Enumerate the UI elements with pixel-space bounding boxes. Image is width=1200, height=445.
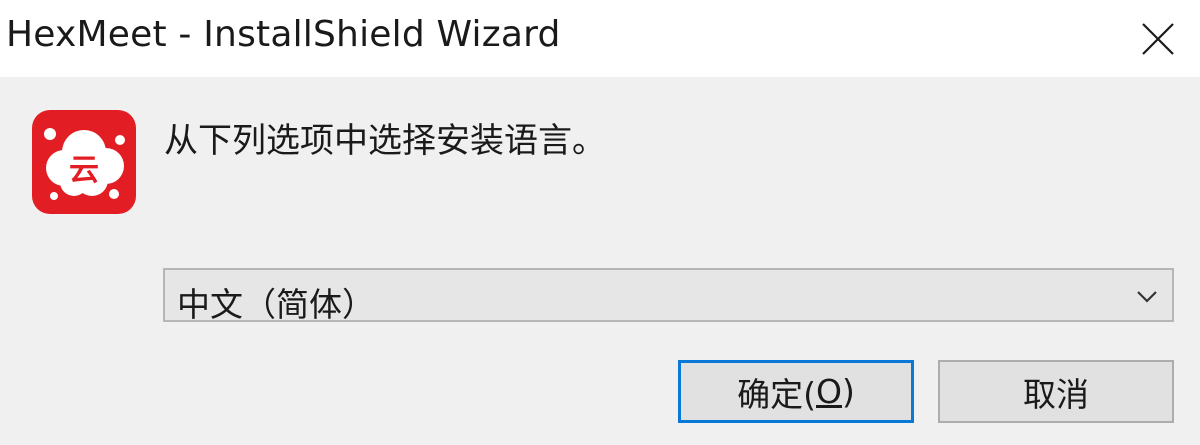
ok-button-label-suffix: )	[841, 372, 855, 411]
chevron-down-icon	[1137, 291, 1157, 303]
cancel-button[interactable]: 取消	[938, 360, 1174, 423]
cancel-button-label: 取消	[1023, 374, 1089, 414]
language-selected-value: 中文（简体）	[177, 285, 375, 324]
close-button[interactable]	[1126, 8, 1190, 70]
ok-button-accelerator: O	[816, 372, 842, 411]
hexmeet-cloud-icon: 云	[32, 110, 136, 214]
language-dropdown[interactable]: 中文（简体）	[163, 268, 1174, 324]
language-prompt: 从下列选项中选择安装语言。	[164, 121, 606, 161]
close-icon	[1142, 23, 1174, 55]
window-title: HexMeet - InstallShield Wizard	[6, 14, 561, 55]
ok-button-label-prefix: 确定(	[737, 374, 816, 414]
ok-button[interactable]: 确定(O)	[678, 360, 914, 423]
app-logo-glyph: 云	[69, 153, 99, 188]
title-bar: HexMeet - InstallShield Wizard	[0, 0, 1200, 77]
